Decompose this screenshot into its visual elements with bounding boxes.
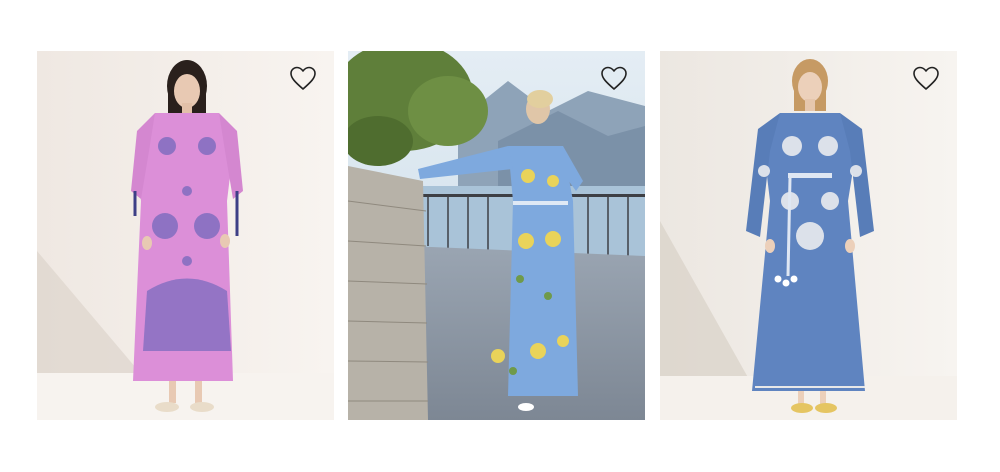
heart-outline-icon — [601, 66, 627, 90]
product-grid — [0, 0, 1000, 472]
favorite-button[interactable] — [289, 65, 317, 91]
product-card[interactable] — [660, 51, 957, 420]
product-card[interactable] — [348, 51, 645, 420]
product-image[interactable] — [37, 51, 334, 420]
heart-outline-icon — [290, 66, 316, 90]
favorite-button[interactable] — [600, 65, 628, 91]
product-card[interactable] — [37, 51, 334, 420]
heart-outline-icon — [913, 66, 939, 90]
product-image[interactable] — [660, 51, 957, 420]
product-image[interactable] — [348, 51, 645, 420]
favorite-button[interactable] — [912, 65, 940, 91]
